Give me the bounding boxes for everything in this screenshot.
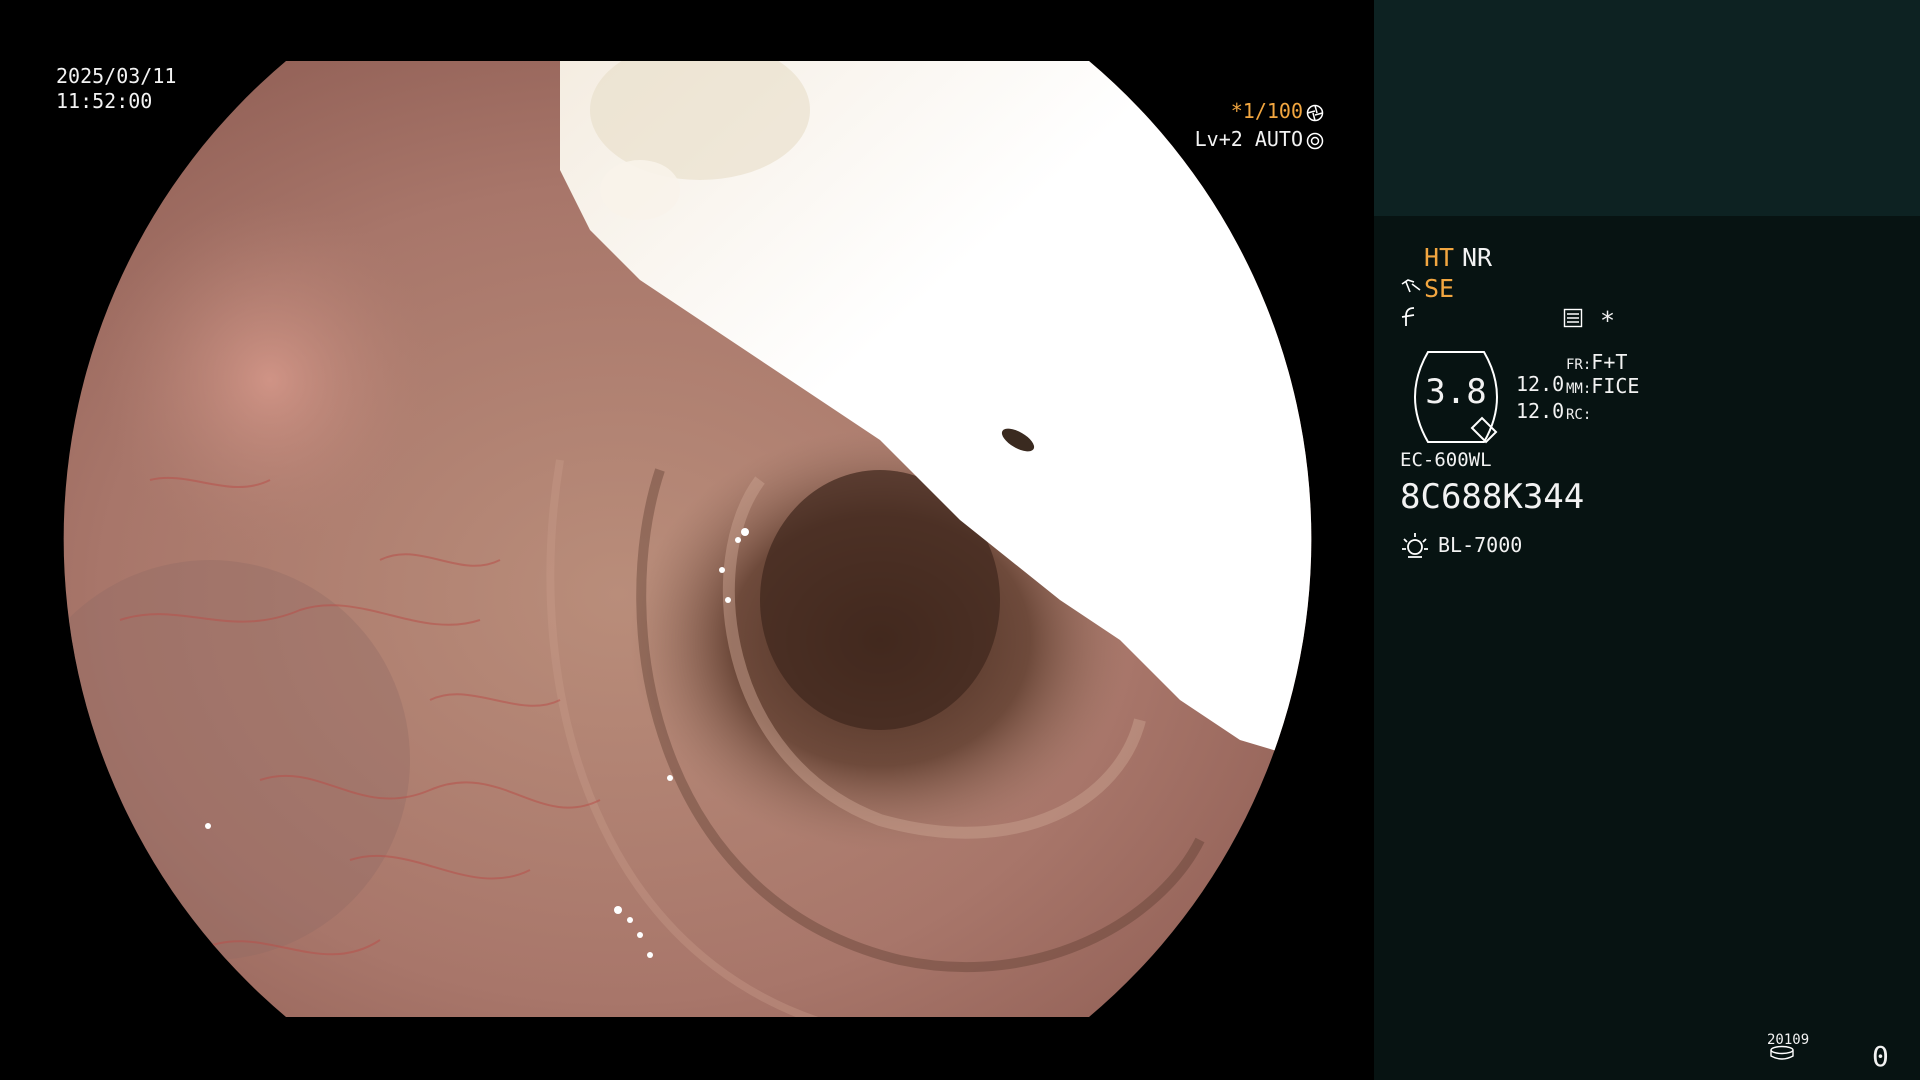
shutter-indicator: *1/100 xyxy=(1231,99,1324,123)
ht-indicator: HT xyxy=(1424,243,1455,272)
memo-icon xyxy=(1563,308,1583,328)
lens-indicator: 3.8 xyxy=(1400,350,1512,444)
endoscopic-image xyxy=(63,61,1312,1017)
level-value: Lv+2 xyxy=(1194,127,1243,151)
shutter-speed: *1/100 xyxy=(1230,99,1303,123)
exam-date: 2025/03/11 xyxy=(56,64,177,88)
scope-model: EC-600WL xyxy=(1400,449,1492,471)
setting-value-1: 12.0 xyxy=(1516,372,1565,396)
rc-setting: RC: xyxy=(1566,400,1591,424)
light-source: BL-7000 xyxy=(1438,533,1523,557)
counter-value: 0 xyxy=(1872,1040,1889,1073)
iris-mode: AUTO xyxy=(1254,127,1303,151)
fr-setting: FR:F+T xyxy=(1566,350,1627,374)
exposure-level: Lv+2 AUTO xyxy=(1195,127,1324,151)
exam-time: 11:52:00 xyxy=(56,89,153,113)
mm-setting: MM:FICE xyxy=(1566,374,1639,398)
structure-enhance-icon xyxy=(1401,279,1421,293)
lamp-icon xyxy=(1402,533,1428,558)
setting-value-2: 12.0 xyxy=(1516,399,1565,423)
nr-indicator: NR xyxy=(1462,243,1493,272)
fr-value: F+T xyxy=(1591,350,1628,374)
auto-iris-icon xyxy=(1306,132,1324,149)
mm-value: FICE xyxy=(1591,374,1640,398)
rc-label: RC: xyxy=(1566,407,1592,423)
se-indicator: SE xyxy=(1424,274,1455,303)
counter-icon xyxy=(1770,1045,1794,1060)
aperture-icon xyxy=(1306,104,1324,121)
freeze-icon xyxy=(1401,307,1415,326)
endoscope-monitor: 2025/03/11 11:52:00 *1/100 Lv+2 AUTO xyxy=(0,0,1374,1080)
patient-info-area xyxy=(1374,0,1920,216)
fr-label: FR: xyxy=(1566,357,1592,373)
star-indicator: * xyxy=(1600,306,1616,335)
info-panel: HT NR SE * 3.8 12.0 12.0 FR:F+T MM:FICE … xyxy=(1374,0,1920,1080)
scope-serial: 8C688K344 xyxy=(1400,477,1585,517)
lens-value: 3.8 xyxy=(1425,372,1487,412)
mm-label: MM: xyxy=(1566,381,1592,397)
